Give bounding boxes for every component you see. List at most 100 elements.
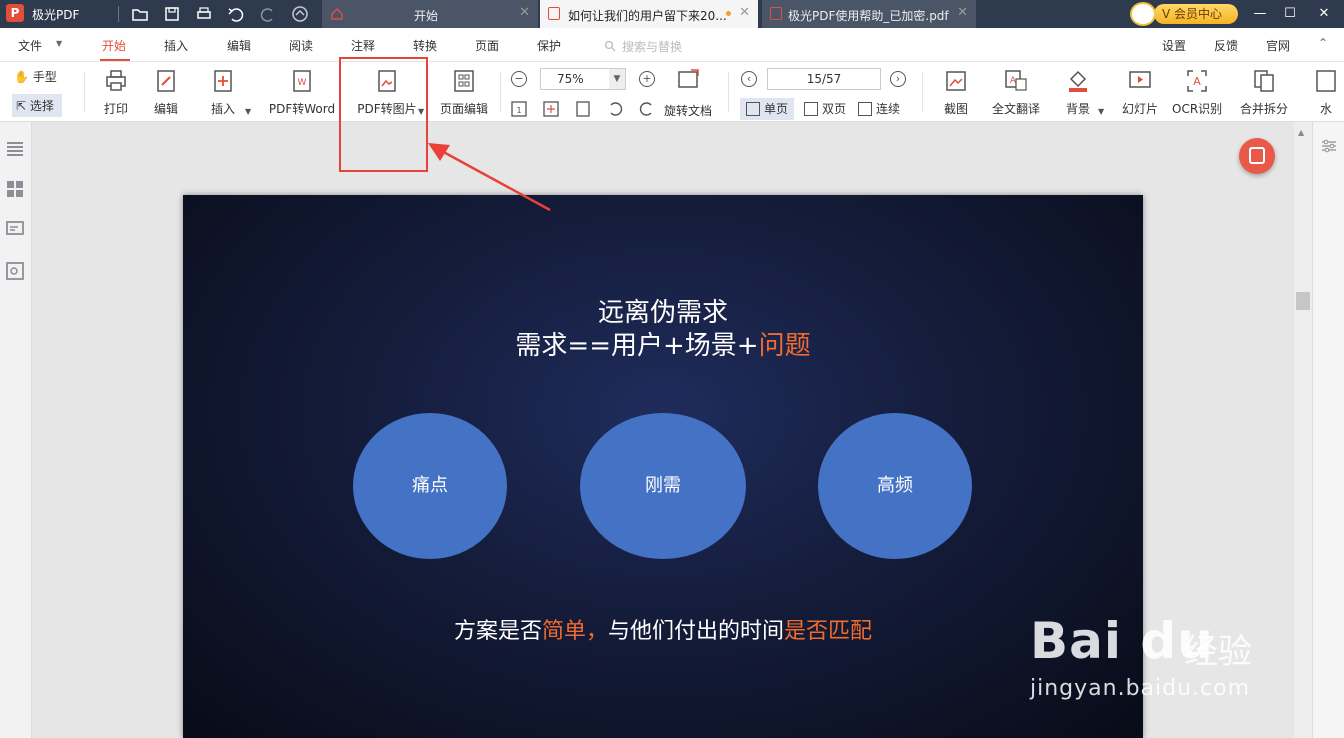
member-center-button[interactable]: V 会员中心 [1130, 2, 1238, 26]
bottom-highlight-2: 是否匹配 [784, 619, 873, 644]
double-page-view-button[interactable]: 双页 [798, 98, 852, 120]
scrollbar-thumb[interactable] [1296, 292, 1310, 310]
zoom-select[interactable]: 75% ▼ [540, 68, 626, 90]
page-grid-icon [454, 70, 474, 92]
menu-edit[interactable]: 编辑 [227, 37, 251, 54]
home-icon[interactable] [290, 4, 310, 24]
close-window-button[interactable]: ✕ [1314, 4, 1334, 24]
fit-page-icon[interactable] [542, 100, 560, 118]
annotations-icon[interactable] [5, 220, 25, 238]
close-icon[interactable]: ✕ [519, 5, 530, 20]
actual-size-icon[interactable]: 1 [510, 100, 528, 118]
rotate-left-icon[interactable] [606, 100, 624, 118]
rotate-right-icon[interactable] [638, 100, 656, 118]
menu-website[interactable]: 官网 [1266, 37, 1290, 54]
slide-bottom-text: 方案是否简单，与他们付出的时间是否匹配 [183, 613, 1143, 645]
menu-insert[interactable]: 插入 [164, 37, 188, 54]
pdf-to-word-button[interactable]: W PDF转Word [266, 68, 338, 117]
menu-read[interactable]: 阅读 [289, 37, 313, 54]
menu-start[interactable]: 开始 [102, 37, 126, 54]
page-number-input[interactable]: 15/57 [767, 68, 881, 90]
title-bar: P 极光PDF 开始 ✕ 如何让我们的用户留下来20... ✕ 极光PDF使用帮… [0, 0, 1344, 28]
watermark-button[interactable]: 水 [1312, 68, 1340, 117]
select-tool-button[interactable]: ⇱ 选择 [12, 94, 62, 117]
save-icon[interactable] [162, 4, 182, 24]
close-icon[interactable]: ✕ [739, 5, 750, 20]
collapse-ribbon-icon[interactable]: ⌃ [1318, 36, 1328, 50]
close-icon[interactable]: ✕ [957, 5, 968, 20]
next-page-button[interactable]: › [890, 71, 906, 87]
previous-page-button[interactable]: ‹ [741, 71, 757, 87]
properties-sliders-icon[interactable] [1321, 138, 1337, 154]
divider [118, 6, 119, 22]
floating-convert-button[interactable] [1239, 138, 1275, 174]
bottom-part-1: 方案是否 [453, 619, 542, 644]
outline-icon[interactable] [5, 140, 25, 158]
hand-tool-button[interactable]: ✋ 手型 [14, 68, 57, 85]
member-label: V 会员中心 [1154, 4, 1238, 24]
translate-icon: A [1005, 70, 1027, 91]
search-icon [604, 40, 616, 52]
ocr-button[interactable]: A OCR识别 [1172, 68, 1222, 117]
vertical-scrollbar[interactable]: ▲ [1294, 122, 1312, 738]
svg-text:W: W [298, 78, 307, 88]
search-panel-icon[interactable] [5, 262, 25, 280]
tab-document-2[interactable]: 极光PDF使用帮助_已加密.pdf ✕ [762, 0, 976, 28]
edit-label: 编辑 [153, 102, 178, 116]
chevron-down-icon: ▼ [609, 69, 625, 89]
double-page-label: 双页 [822, 102, 847, 116]
bubble-pain-point: 痛点 [353, 413, 507, 559]
menu-protect[interactable]: 保护 [537, 37, 561, 54]
maximize-button[interactable]: ☐ [1280, 4, 1300, 24]
undo-icon[interactable] [226, 4, 246, 24]
bottom-highlight-1: 简单， [541, 619, 608, 644]
slideshow-button[interactable]: 幻灯片 [1120, 68, 1160, 117]
rotate-document-button[interactable]: 旋转文档 [664, 102, 712, 119]
menu-convert[interactable]: 转换 [413, 37, 437, 54]
background-button[interactable]: 背景 [1062, 68, 1094, 117]
thumbnails-icon[interactable] [5, 180, 25, 198]
background-label: 背景 [1065, 102, 1090, 116]
edit-button[interactable]: 编辑 [150, 68, 182, 117]
open-folder-icon[interactable] [130, 4, 150, 24]
search-input[interactable]: 搜索与替换 [622, 38, 682, 55]
menu-feedback[interactable]: 反馈 [1214, 37, 1238, 54]
minimize-button[interactable]: — [1250, 4, 1270, 24]
tab-start[interactable]: 开始 ✕ [322, 0, 538, 28]
menu-page[interactable]: 页面 [475, 37, 499, 54]
double-page-icon [804, 102, 818, 116]
single-page-view-button[interactable]: 单页 [740, 98, 795, 120]
slideshow-icon [1129, 71, 1151, 88]
continuous-view-button[interactable]: 连续 [852, 98, 906, 120]
watermark-icon [1316, 70, 1336, 92]
single-page-label: 单页 [764, 102, 789, 116]
scroll-up-icon[interactable]: ▲ [1298, 128, 1304, 137]
jingyan-text: 经验 [1184, 632, 1252, 672]
screenshot-button[interactable]: 截图 [940, 68, 972, 117]
page-edit-button[interactable]: 页面编辑 [438, 68, 490, 117]
bubble-high-frequency: 高频 [818, 413, 972, 559]
screenshot-icon [946, 71, 966, 91]
pdf-file-icon [770, 7, 782, 20]
insert-button[interactable]: 插入 [206, 68, 240, 117]
continuous-label: 连续 [876, 102, 901, 116]
tab-document-1[interactable]: 如何让我们的用户留下来20... ✕ [540, 0, 758, 28]
print-icon[interactable] [194, 4, 214, 24]
full-translate-button[interactable]: A 全文翻译 [990, 68, 1042, 117]
menu-annotate[interactable]: 注释 [351, 37, 375, 54]
divider [728, 72, 729, 112]
print-button[interactable]: 打印 [100, 68, 132, 117]
menu-settings[interactable]: 设置 [1162, 37, 1186, 54]
chevron-down-icon: ▼ [56, 39, 63, 48]
fit-window-icon[interactable] [676, 68, 700, 90]
chevron-down-icon[interactable]: ▼ [245, 107, 251, 116]
watermark-label: 水 [1319, 102, 1332, 116]
zoom-in-button[interactable]: + [639, 71, 655, 87]
merge-split-button[interactable]: 合并拆分 [1238, 68, 1290, 117]
zoom-out-button[interactable]: − [511, 71, 527, 87]
menu-file[interactable]: 文件 [18, 37, 42, 54]
chevron-down-icon[interactable]: ▼ [1098, 107, 1104, 116]
fit-width-icon[interactable] [574, 100, 592, 118]
hand-icon: ✋ [14, 70, 29, 84]
redo-icon[interactable] [258, 4, 278, 24]
